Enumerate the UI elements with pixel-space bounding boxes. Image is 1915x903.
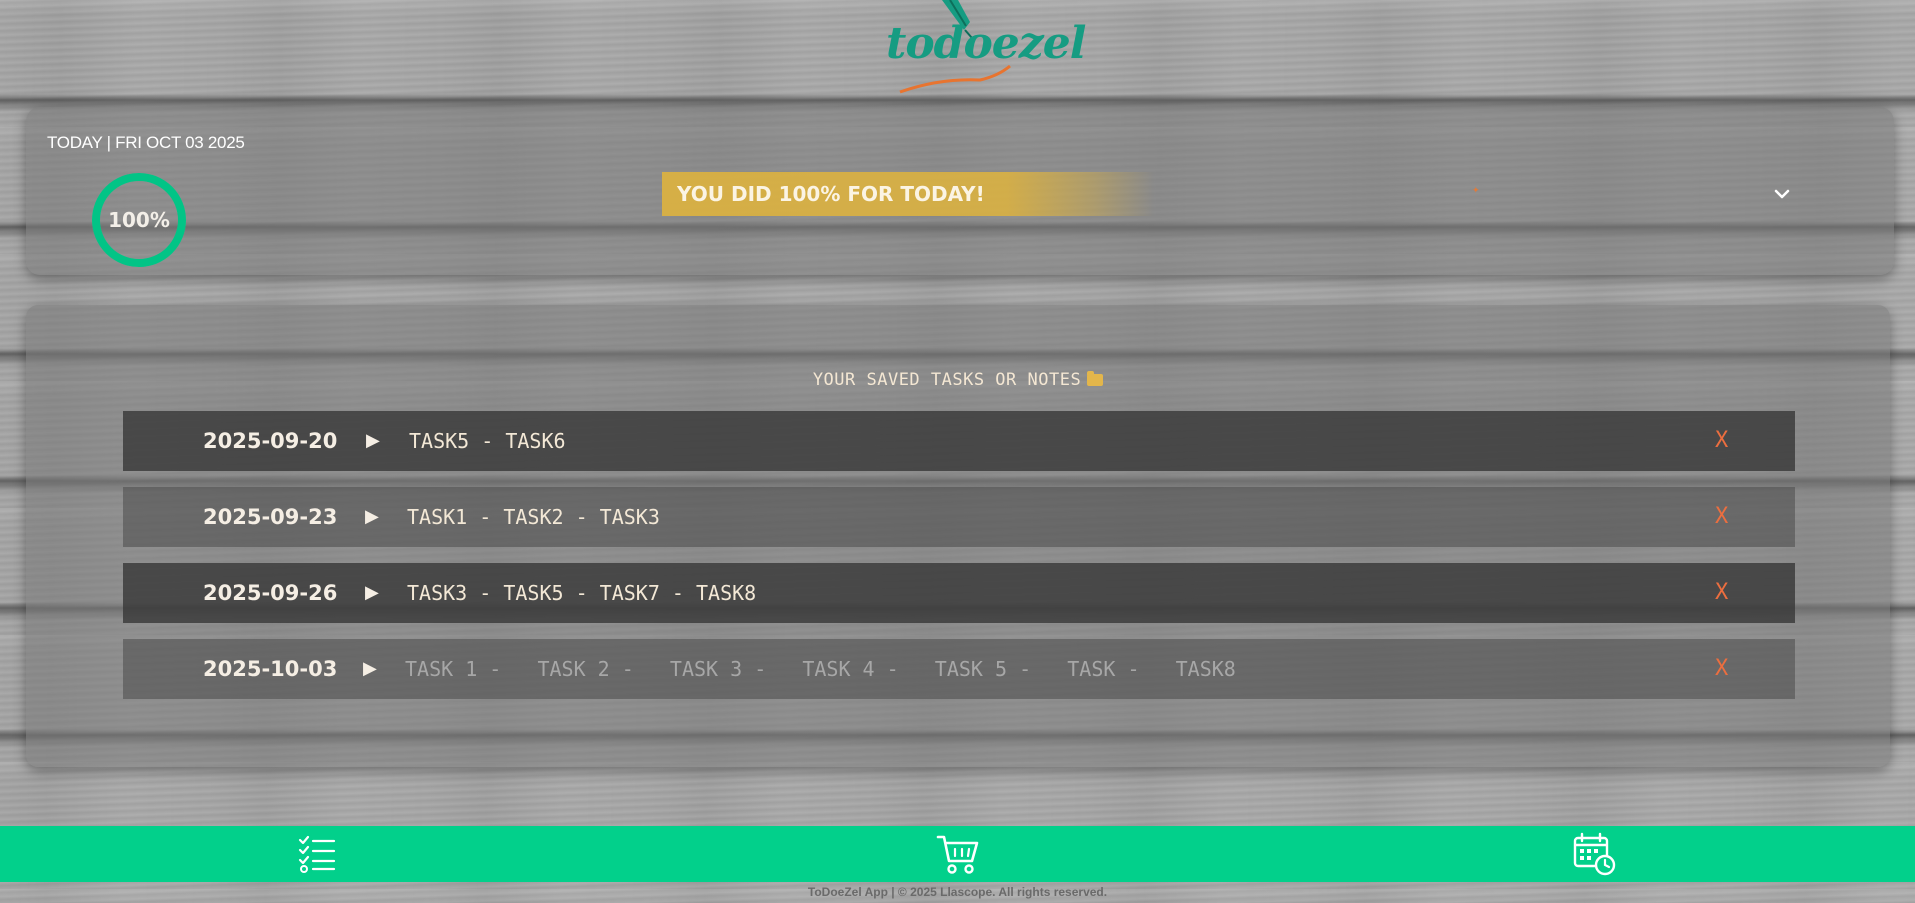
row-date: 2025-10-03 (203, 657, 338, 681)
delete-row-button[interactable]: X (1715, 411, 1728, 471)
play-arrow-icon: ▶ (366, 430, 380, 451)
delete-row-button[interactable]: X (1715, 487, 1728, 547)
row-date: 2025-09-20 (203, 429, 338, 453)
today-panel: TODAY | FRI OCT 03 2025 100% YOU DID 100… (26, 107, 1894, 275)
saved-task-row[interactable]: 2025-09-23 ▶ TASK1 - TASK2 - TASK3 X (123, 487, 1795, 547)
saved-tasks-title-text: YOUR SAVED TASKS OR NOTES (812, 370, 1082, 390)
app-logo: todoezel (880, 0, 1086, 98)
saved-tasks-title: YOUR SAVED TASKS OR NOTES (26, 370, 1890, 390)
saved-task-row[interactable]: 2025-10-03 ▶ TASK 1 - TASK 2 - TASK 3 - … (123, 639, 1795, 699)
completion-banner: YOU DID 100% FOR TODAY! (662, 172, 1154, 216)
row-date: 2025-09-26 (203, 581, 338, 605)
row-tasks: TASK5 - TASK6 (409, 429, 566, 453)
saved-tasks-panel: YOUR SAVED TASKS OR NOTES 2025-09-20 ▶ T… (26, 305, 1890, 767)
spark-icon: ✦ (1472, 186, 1480, 196)
nav-tasks-button[interactable] (296, 832, 340, 876)
row-tasks: TASK3 - TASK5 - TASK7 - TASK8 (407, 581, 757, 605)
play-arrow-icon: ▶ (365, 506, 379, 527)
delete-row-button[interactable]: X (1715, 563, 1728, 623)
cart-icon (936, 835, 979, 874)
row-tasks: TASK 1 - TASK 2 - TASK 3 - TASK 4 - TASK… (405, 657, 1236, 681)
row-tasks: TASK1 - TASK2 - TASK3 (407, 505, 660, 529)
checklist-icon (298, 835, 336, 873)
chevron-down-icon[interactable] (1772, 184, 1792, 204)
footer-copyright: ToDoeZel App | © 2025 Llascope. All righ… (807, 885, 1108, 899)
today-date-label: TODAY | FRI OCT 03 2025 (47, 133, 245, 152)
completion-banner-text: YOU DID 100% FOR TODAY! (677, 182, 985, 206)
bottom-nav (0, 826, 1915, 882)
row-date: 2025-09-23 (203, 505, 338, 529)
play-arrow-icon: ▶ (365, 582, 379, 603)
logo-text: todoezel (886, 18, 1086, 69)
progress-percent-label: 100% (108, 208, 170, 232)
folder-icon (1087, 371, 1104, 386)
saved-task-row[interactable]: 2025-09-20 ▶ TASK5 - TASK6 X (123, 411, 1795, 471)
nav-calendar-button[interactable] (1572, 832, 1616, 876)
delete-row-button[interactable]: X (1715, 639, 1728, 699)
saved-task-row[interactable]: 2025-09-26 ▶ TASK3 - TASK5 - TASK7 - TAS… (123, 563, 1795, 623)
calendar-clock-icon (1573, 832, 1616, 876)
play-arrow-icon: ▶ (363, 658, 377, 679)
nav-cart-button[interactable] (936, 832, 980, 876)
progress-ring: 100% (89, 170, 189, 270)
